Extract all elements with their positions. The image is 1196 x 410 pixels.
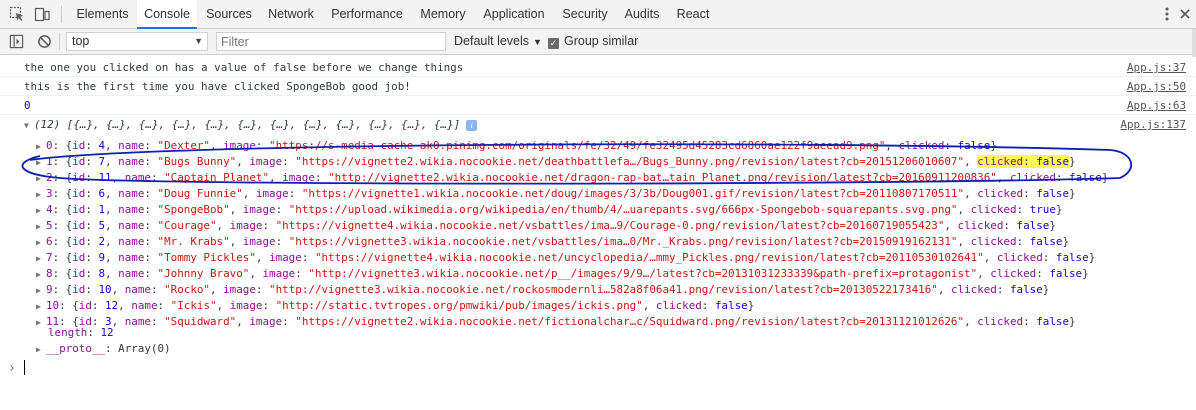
- array-item-row[interactable]: ▶ 9: {id: 10, name: "Rocko", image: "http…: [36, 282, 1049, 298]
- triangle-right-icon[interactable]: ▶: [36, 235, 46, 251]
- tab-memory[interactable]: Memory: [412, 0, 474, 28]
- devtools-tab-bar: Elements Console Sources Network Perform…: [0, 0, 1196, 29]
- clicked-property: clicked: false: [655, 299, 748, 312]
- clicked-property: clicked: false: [950, 283, 1043, 296]
- close-icon[interactable]: [1177, 6, 1193, 22]
- clicked-property: clicked: false: [977, 187, 1070, 200]
- array-item-row[interactable]: ▶ 7: {id: 9, name: "Tommy Pickles", image…: [36, 250, 1095, 266]
- log-source-link[interactable]: App.js:50: [1127, 77, 1186, 96]
- triangle-right-icon[interactable]: ▶: [36, 219, 46, 235]
- inspect-element-icon[interactable]: [9, 6, 25, 22]
- clicked-property: clicked: true: [970, 203, 1056, 216]
- clicked-property: clicked: false: [957, 219, 1050, 232]
- array-item-row[interactable]: ▶ 4: {id: 1, name: "SpongeBob", image: "h…: [36, 202, 1062, 218]
- tab-network[interactable]: Network: [261, 0, 321, 28]
- log-message: this is the first time you have clicked …: [24, 80, 411, 93]
- tab-console[interactable]: Console: [137, 0, 197, 29]
- group-similar-label: Group similar: [564, 34, 639, 48]
- tab-security[interactable]: Security: [555, 0, 615, 28]
- triangle-right-icon[interactable]: ▶: [36, 251, 46, 267]
- array-item-row[interactable]: ▶ 3: {id: 6, name: "Doug Funnie", image: …: [36, 186, 1076, 202]
- triangle-right-icon[interactable]: ▶: [36, 342, 46, 358]
- default-levels-label: Default levels: [454, 34, 530, 48]
- clicked-property: clicked: false: [996, 251, 1089, 264]
- triangle-right-icon[interactable]: ▶: [36, 187, 46, 203]
- array-item-row[interactable]: ▶ 8: {id: 8, name: "Johnny Bravo", image:…: [36, 266, 1089, 282]
- array-item-row[interactable]: ▶ 2: {id: 11, name: "Captain Planet", ima…: [36, 170, 1108, 186]
- context-selector-value: top: [72, 34, 90, 48]
- default-levels-dropdown[interactable]: Default levels ▼: [454, 29, 542, 55]
- tab-elements[interactable]: Elements: [70, 0, 135, 28]
- log-source-link[interactable]: App.js:137: [1120, 115, 1186, 134]
- log-message: the one you clicked on has a value of fa…: [24, 61, 464, 74]
- tab-react[interactable]: React: [670, 0, 716, 28]
- sidebar-toggle-icon[interactable]: [9, 34, 24, 49]
- clicked-property: clicked: false: [898, 139, 991, 152]
- chevron-down-icon: ▼: [194, 36, 203, 46]
- triangle-right-icon[interactable]: ▶: [36, 203, 46, 219]
- log-message: 0: [24, 99, 31, 112]
- tab-application[interactable]: Application: [476, 0, 552, 28]
- kebab-menu-icon[interactable]: [1159, 6, 1175, 22]
- console-input[interactable]: [24, 360, 25, 375]
- clicked-property: clicked: false: [1009, 171, 1102, 184]
- array-item-row[interactable]: ▶ 11: {id: 3, name: "Squidward", image: "…: [36, 314, 1076, 330]
- log-source-link[interactable]: App.js:37: [1127, 58, 1186, 77]
- scrollbar-thumb[interactable]: [1192, 29, 1196, 57]
- info-icon[interactable]: i: [466, 120, 478, 131]
- triangle-right-icon[interactable]: ▶: [36, 139, 46, 155]
- log-line: the one you clicked on has a value of fa…: [0, 58, 1196, 77]
- array-summary[interactable]: ▼ (12) [{…}, {…}, {…}, {…}, {…}, {…}, {…}…: [24, 115, 478, 135]
- filter-input[interactable]: [216, 32, 446, 51]
- log-line-array: ▼ (12) [{…}, {…}, {…}, {…}, {…}, {…}, {…}…: [0, 115, 1196, 134]
- console-output: the one you clicked on has a value of fa…: [0, 55, 1196, 410]
- triangle-right-icon[interactable]: ▶: [36, 299, 46, 315]
- tab-sources[interactable]: Sources: [199, 0, 259, 28]
- log-source-link[interactable]: App.js:63: [1127, 96, 1186, 115]
- clicked-property: clicked: false: [977, 315, 1070, 328]
- clicked-property: clicked: false: [977, 155, 1070, 168]
- prompt-icon: ›: [8, 361, 16, 376]
- triangle-right-icon[interactable]: ▶: [36, 155, 46, 171]
- tab-performance[interactable]: Performance: [324, 0, 410, 28]
- log-line: this is the first time you have clicked …: [0, 77, 1196, 96]
- array-item-row[interactable]: ▶ 0: {id: 4, name: "Dexter", image: "http…: [36, 138, 997, 154]
- array-item-row[interactable]: ▶ 6: {id: 2, name: "Mr. Krabs", image: "h…: [36, 234, 1069, 250]
- toolbar-separator: [59, 33, 60, 50]
- group-similar-toggle[interactable]: ✓ Group similar: [548, 29, 638, 54]
- length-property: length: 12: [48, 326, 114, 339]
- triangle-down-icon[interactable]: ▼: [24, 116, 34, 135]
- triangle-right-icon[interactable]: ▶: [36, 267, 46, 283]
- clear-console-icon[interactable]: [37, 34, 52, 49]
- triangle-right-icon[interactable]: ▶: [36, 171, 46, 187]
- log-line: 0 App.js:63: [0, 96, 1196, 115]
- array-item-row[interactable]: ▶ 1: {id: 7, name: "Bugs Bunny", image: "…: [36, 154, 1076, 170]
- triangle-right-icon[interactable]: ▶: [36, 315, 46, 331]
- clicked-property: clicked: false: [990, 267, 1083, 280]
- clicked-property: clicked: false: [970, 235, 1063, 248]
- console-toolbar: top ▼ Default levels▼ ✓Group similar: [0, 29, 1196, 55]
- triangle-right-icon[interactable]: ▶: [36, 283, 46, 299]
- array-item-row[interactable]: ▶ 10: {id: 12, name: "Ickis", image: "htt…: [36, 298, 754, 314]
- device-toolbar-icon[interactable]: [34, 6, 50, 22]
- tab-audits[interactable]: Audits: [618, 0, 666, 28]
- proto-property[interactable]: ▶ __proto__: Array(0): [36, 341, 171, 357]
- tab-bar-separator: [61, 6, 62, 23]
- array-item-row[interactable]: ▶ 5: {id: 5, name: "Courage", image: "htt…: [36, 218, 1056, 234]
- context-selector[interactable]: top ▼: [66, 32, 208, 51]
- checkbox-checked-icon[interactable]: ✓: [548, 38, 559, 49]
- chevron-down-icon: ▼: [533, 37, 542, 47]
